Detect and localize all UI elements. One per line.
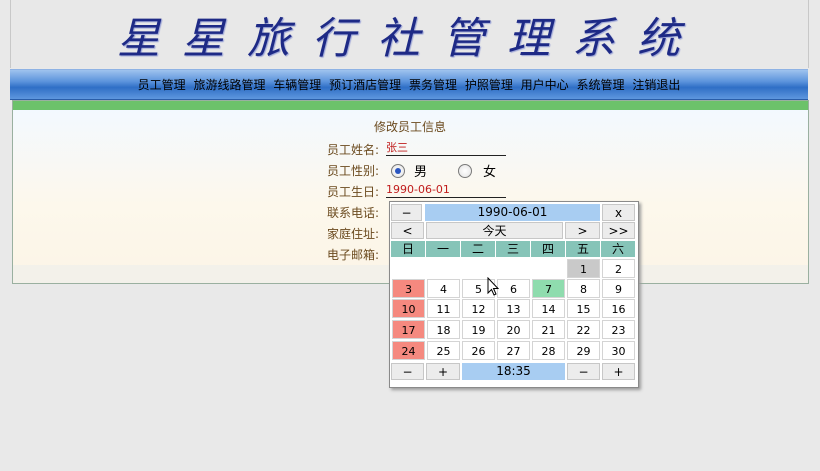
nav-item-vehicles[interactable]: 车辆管理: [273, 76, 321, 93]
gender-male-label: 男: [414, 165, 428, 180]
header: 星星旅行社管理系统: [10, 0, 809, 68]
cal-min-minus-button[interactable]: −: [567, 363, 600, 380]
app-title: 星星旅行社管理系统: [117, 14, 702, 64]
nav-items: 员工管理 旅游线路管理 车辆管理 预订酒店管理 票务管理 护照管理 用户中心 系…: [10, 76, 808, 93]
cal-prev-year-button[interactable]: −: [391, 204, 422, 221]
date-picker: − 1990-06-01 x < 今天 > >> 日一二三四五六 1234567…: [389, 201, 639, 388]
gender-female-label: 女: [483, 165, 497, 180]
cal-date-display: 1990-06-01: [425, 204, 600, 221]
panel-top-strip: [13, 101, 808, 110]
nav-item-routes[interactable]: 旅游线路管理: [193, 76, 265, 93]
cal-day-cell[interactable]: 27: [497, 341, 530, 360]
cal-weekday-header: 五: [566, 241, 601, 257]
cal-day-cell[interactable]: 1: [567, 259, 600, 278]
cal-next-month-button[interactable]: >: [565, 222, 600, 239]
nav-item-hotel[interactable]: 预订酒店管理: [329, 76, 401, 93]
nav-item-system[interactable]: 系统管理: [577, 76, 625, 93]
cal-weekday-header: 日: [391, 241, 426, 257]
form-title: 修改员工信息: [373, 120, 446, 134]
cal-day-cell[interactable]: 19: [462, 320, 495, 339]
birthday-field[interactable]: 1990-06-01: [386, 182, 506, 198]
phone-label: 联系电话:: [326, 206, 379, 220]
cal-weekday-header: 一: [426, 241, 461, 257]
cal-day-cell[interactable]: 21: [532, 320, 565, 339]
gender-male-radio[interactable]: [391, 164, 405, 178]
cal-weekday-header: 四: [531, 241, 566, 257]
birthday-label: 员工生日:: [326, 185, 379, 199]
nav-item-tickets[interactable]: 票务管理: [409, 76, 457, 93]
cal-day-cell[interactable]: 7: [532, 279, 565, 298]
cal-time-display: 18:35: [462, 363, 565, 380]
cal-day-cell[interactable]: 11: [427, 299, 460, 318]
cal-day-cell[interactable]: 29: [567, 341, 600, 360]
cal-today-button[interactable]: 今天: [426, 222, 563, 239]
cal-day-cell[interactable]: 24: [392, 341, 425, 360]
cal-day-cell[interactable]: 20: [497, 320, 530, 339]
cal-next-next-button[interactable]: >>: [602, 222, 635, 239]
cal-day-cell[interactable]: 15: [567, 299, 600, 318]
cal-hour-minus-button[interactable]: −: [391, 363, 424, 380]
address-label: 家庭住址:: [326, 227, 379, 241]
cal-close-button[interactable]: x: [602, 204, 635, 221]
cal-day-cell[interactable]: 12: [462, 299, 495, 318]
cal-day-cell[interactable]: 13: [497, 299, 530, 318]
cal-day-cell[interactable]: 16: [602, 299, 635, 318]
cal-day-cell[interactable]: 26: [462, 341, 495, 360]
cal-day-cell[interactable]: 17: [392, 320, 425, 339]
cal-day-cell[interactable]: 14: [532, 299, 565, 318]
cal-day-cell[interactable]: 18: [427, 320, 460, 339]
cal-weekday-header: 三: [496, 241, 531, 257]
cal-day-cell[interactable]: 25: [427, 341, 460, 360]
cal-day-cell[interactable]: 22: [567, 320, 600, 339]
nav-bar: 员工管理 旅游线路管理 车辆管理 预订酒店管理 票务管理 护照管理 用户中心 系…: [10, 69, 808, 100]
nav-item-passport[interactable]: 护照管理: [465, 76, 513, 93]
cal-day-cell[interactable]: 3: [392, 279, 425, 298]
email-label: 电子邮箱:: [326, 248, 379, 262]
cal-day-cell[interactable]: 2: [602, 259, 635, 278]
cal-weekday-header: 六: [601, 241, 636, 257]
cal-day-cell[interactable]: 10: [392, 299, 425, 318]
nav-item-staff[interactable]: 员工管理: [138, 76, 186, 93]
mouse-cursor-icon: [487, 277, 500, 296]
cal-min-plus-button[interactable]: +: [602, 363, 635, 380]
gender-label: 员工性别:: [326, 164, 379, 178]
cal-day-cell[interactable]: 28: [532, 341, 565, 360]
gender-female-radio[interactable]: [458, 164, 472, 178]
cal-weekday-header: 二: [461, 241, 496, 257]
cal-day-cell[interactable]: 9: [602, 279, 635, 298]
name-field[interactable]: 张三: [386, 140, 506, 156]
cal-day-cell[interactable]: 8: [567, 279, 600, 298]
cal-hour-plus-button[interactable]: +: [426, 363, 460, 380]
cal-day-cell[interactable]: 30: [602, 341, 635, 360]
name-label: 员工姓名:: [326, 143, 379, 157]
cal-day-cell[interactable]: 23: [602, 320, 635, 339]
nav-item-logout[interactable]: 注销退出: [632, 76, 680, 93]
cal-prev-month-button[interactable]: <: [391, 222, 424, 239]
cal-day-cell[interactable]: 4: [427, 279, 460, 298]
nav-item-user-center[interactable]: 用户中心: [521, 76, 569, 93]
cal-day-cell[interactable]: 6: [497, 279, 530, 298]
